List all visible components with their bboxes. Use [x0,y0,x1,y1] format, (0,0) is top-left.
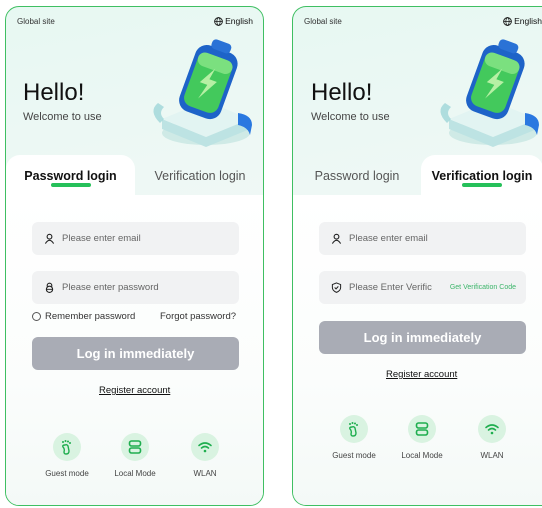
active-tab-indicator [462,183,502,187]
wifi-icon [485,424,499,435]
login-card: Please enter email Please enter password… [6,195,263,505]
footprint-icon [62,440,71,455]
global-site-link[interactable]: Global site [304,17,342,26]
login-tabs: Password login Verification login [6,155,263,197]
tab-label: Verification login [431,169,533,183]
globe-icon [503,16,512,26]
remember-label: Remember password [45,311,136,322]
greeting-title: Hello! [23,79,85,106]
greeting-subtitle: Welcome to use [311,111,390,123]
language-label: English [514,16,542,26]
mode-label: Guest mode [45,469,89,478]
mode-label: Local Mode [401,451,443,460]
password-login-screen: Global site English Hello! Welcome to us… [5,6,264,506]
guest-mode-button[interactable]: Guest mode [324,415,384,460]
tab-password-login[interactable]: Password login [293,155,421,197]
top-bar: Global site English [17,16,253,33]
login-button[interactable]: Log in immediately [319,321,526,354]
password-placeholder: Please enter password [62,282,159,293]
battery-illustration [440,39,539,147]
password-field[interactable]: Please enter password [32,271,239,304]
greeting-title: Hello! [311,79,373,106]
mode-label: WLAN [193,469,217,478]
active-tab-indicator [50,183,91,187]
code-placeholder: Please Enter Verific [349,282,432,293]
tab-label: Password login [24,169,117,183]
user-icon [44,233,55,244]
wlan-button[interactable]: WLAN [175,433,235,478]
top-bar: Global site English [304,16,542,33]
remember-radio[interactable] [32,312,41,321]
guest-mode-button[interactable]: Guest mode [37,433,97,478]
register-account-link[interactable]: Register account [386,369,457,380]
footprint-icon [349,422,358,437]
forgot-password-link[interactable]: Forgot password? [160,311,236,322]
get-verification-code-button[interactable]: Get Verification Code [450,284,516,291]
tab-label: Password login [314,169,400,183]
tab-verification-login[interactable]: Verification login [135,155,263,197]
wifi-icon [198,442,212,453]
lock-icon [45,282,54,293]
server-icon [415,422,429,436]
email-field[interactable]: Please enter email [32,222,239,255]
email-placeholder: Please enter email [349,233,428,244]
login-button[interactable]: Log in immediately [32,337,239,370]
verification-login-screen: Global site English Hello! Welcome to us… [292,6,542,506]
battery-illustration [153,39,252,147]
register-account-link[interactable]: Register account [99,385,170,396]
tab-label: Verification login [154,169,246,183]
verification-code-field[interactable]: Please Enter Verific Get Verification Co… [319,271,526,304]
tab-verification-login[interactable]: Verification login [421,155,542,197]
language-label: English [225,16,253,26]
globe-icon [214,16,223,26]
tab-password-login[interactable]: Password login [6,155,135,197]
mode-label: Local Mode [114,469,156,478]
mode-label: WLAN [480,451,504,460]
language-selector[interactable]: English [503,16,542,26]
server-icon [128,440,142,454]
email-placeholder: Please enter email [62,233,141,244]
login-tabs: Password login Verification login [293,155,542,197]
login-card: Please enter email Please Enter Verific … [293,195,542,505]
local-mode-button[interactable]: Local Mode [392,415,452,460]
remember-password-option[interactable]: Remember password [32,311,135,322]
global-site-link[interactable]: Global site [17,17,55,26]
user-icon [331,233,342,244]
language-selector[interactable]: English [214,16,253,26]
wlan-button[interactable]: WLAN [462,415,522,460]
local-mode-button[interactable]: Local Mode [105,433,165,478]
email-field[interactable]: Please enter email [319,222,526,255]
mode-label: Guest mode [332,451,376,460]
shield-check-icon [331,282,342,293]
greeting-subtitle: Welcome to use [23,111,102,123]
